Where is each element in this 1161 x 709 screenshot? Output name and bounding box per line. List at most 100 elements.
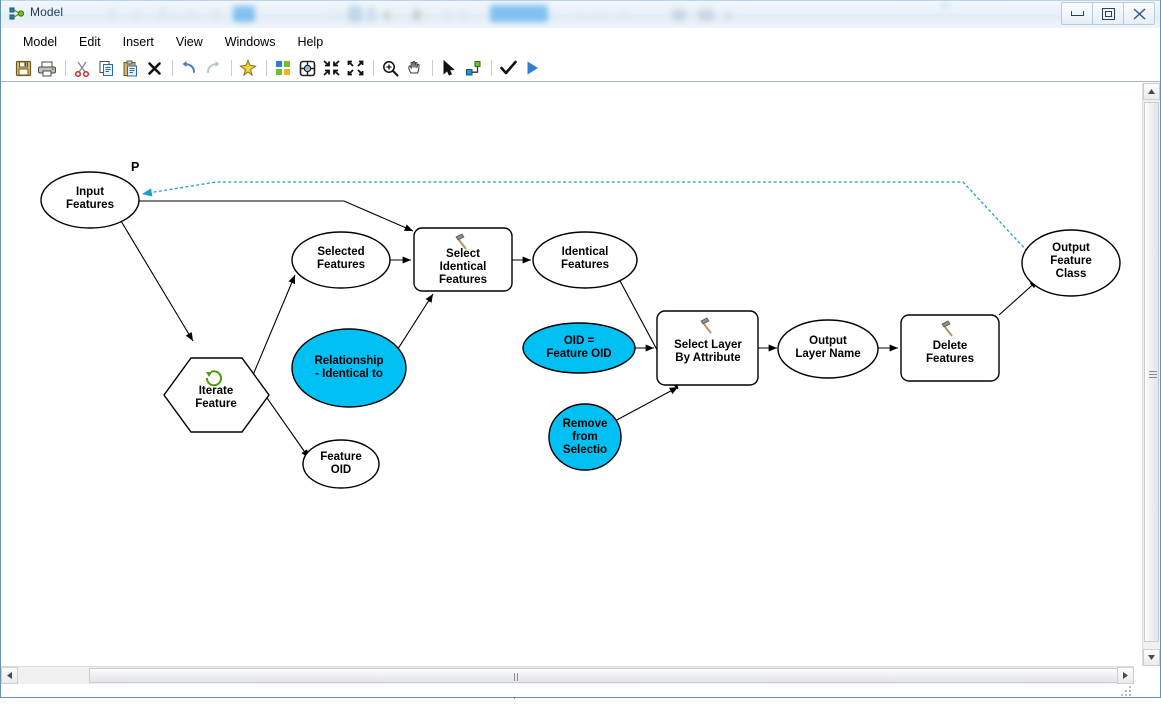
svg-text:Features: Features xyxy=(561,259,609,271)
minimize-button[interactable] xyxy=(1061,2,1093,25)
aero-glass-backdrop xyxy=(0,0,1161,28)
node-select-identical-features[interactable]: Select Identical Features xyxy=(413,227,513,292)
node-remove-from-selection[interactable]: Remove from Selectio xyxy=(548,403,622,471)
model-canvas[interactable]: P Input Features Iterate Feature Selecte… xyxy=(1,83,1134,666)
chevron-right-icon xyxy=(1123,672,1128,679)
svg-text:Remove: Remove xyxy=(563,418,608,430)
delete-icon[interactable] xyxy=(143,57,165,79)
save-icon[interactable] xyxy=(12,57,34,79)
svg-text:Input: Input xyxy=(76,186,104,198)
svg-text:OID: OID xyxy=(331,464,351,476)
menu-model[interactable]: Model xyxy=(12,31,68,53)
svg-text:Select: Select xyxy=(446,248,480,260)
connect-icon[interactable] xyxy=(462,57,484,79)
toolbar-separator xyxy=(491,60,492,76)
node-oid-equals-feature-oid[interactable]: OID = Feature OID xyxy=(522,322,636,374)
title-bar[interactable]: Model xyxy=(0,0,1161,29)
precondition-label: P xyxy=(131,160,139,174)
scroll-grip xyxy=(1149,371,1157,378)
vertical-scroll-thumb[interactable] xyxy=(1144,102,1159,642)
node-iterate-feature[interactable]: Iterate Feature xyxy=(163,357,270,433)
svg-text:Selected: Selected xyxy=(317,246,364,258)
undo-icon[interactable] xyxy=(178,57,200,79)
svg-text:Layer Name: Layer Name xyxy=(795,348,860,360)
menu-help[interactable]: Help xyxy=(286,31,334,53)
menu-bar: Model Edit Insert View Windows Help xyxy=(0,28,1161,55)
edge-input-to-select-identical xyxy=(139,200,414,232)
node-select-layer-by-attribute[interactable]: Select Layer By Attribute xyxy=(656,310,759,386)
svg-text:Features: Features xyxy=(439,274,487,286)
node-input-features[interactable]: Input Features xyxy=(40,171,140,229)
toolbar-separator xyxy=(432,60,433,76)
svg-text:Class: Class xyxy=(1056,268,1087,280)
menu-edit[interactable]: Edit xyxy=(68,31,112,53)
node-identical-features[interactable]: Identical Features xyxy=(532,231,638,289)
auto-layout-icon[interactable] xyxy=(272,57,294,79)
edge-delete-to-output-fc xyxy=(998,279,1039,316)
model-builder-icon xyxy=(9,6,25,22)
svg-text:Features: Features xyxy=(926,353,974,365)
toolbar-separator xyxy=(172,60,173,76)
paste-icon[interactable] xyxy=(119,57,141,79)
print-icon[interactable] xyxy=(36,57,58,79)
svg-text:Feature OID: Feature OID xyxy=(546,348,611,360)
svg-text:Identical: Identical xyxy=(562,246,609,258)
pan-icon[interactable] xyxy=(403,57,425,79)
node-delete-features[interactable]: Delete Features xyxy=(900,314,1000,382)
chevron-down-icon xyxy=(1148,655,1155,660)
menu-view[interactable]: View xyxy=(165,31,214,53)
horizontal-scroll-thumb[interactable] xyxy=(89,668,1125,699)
full-view-icon[interactable] xyxy=(296,57,318,79)
svg-text:- Identical to: - Identical to xyxy=(315,368,383,380)
node-output-layer-name[interactable]: Output Layer Name xyxy=(777,319,879,379)
run-icon[interactable] xyxy=(521,57,543,79)
zoom-tool-icon[interactable] xyxy=(379,57,401,79)
toolbar-separator xyxy=(373,60,374,76)
svg-text:Selectio: Selectio xyxy=(563,444,607,456)
svg-text:Features: Features xyxy=(317,259,365,271)
node-output-feature-class[interactable]: Output Feature Class xyxy=(1021,229,1121,297)
validate-icon[interactable] xyxy=(497,57,519,79)
toolbar-separator xyxy=(231,60,232,76)
model-diagram: P Input Features Iterate Feature Selecte… xyxy=(40,160,1121,489)
svg-text:Identical: Identical xyxy=(440,261,487,273)
resize-grip[interactable] xyxy=(1119,684,1131,696)
close-icon xyxy=(1132,7,1146,20)
scroll-down-button[interactable] xyxy=(1143,649,1160,666)
cut-icon[interactable] xyxy=(71,57,93,79)
svg-text:Relationship: Relationship xyxy=(314,355,383,367)
scroll-left-button[interactable] xyxy=(1,667,18,684)
scroll-up-button[interactable] xyxy=(1143,83,1160,100)
redo-icon[interactable] xyxy=(202,57,224,79)
model-builder-window: Model Model Edit Insert View Windows Hel… xyxy=(0,0,1161,699)
vertical-scrollbar[interactable] xyxy=(1142,83,1160,666)
edge-remove-to-select-layer xyxy=(614,386,679,422)
svg-text:Feature: Feature xyxy=(195,398,237,410)
chevron-up-icon xyxy=(1148,89,1155,94)
maximize-button[interactable] xyxy=(1092,2,1124,25)
zoom-out-icon[interactable] xyxy=(320,57,342,79)
svg-text:from: from xyxy=(572,431,598,443)
zoom-in-icon[interactable] xyxy=(344,57,366,79)
horizontal-scrollbar[interactable] xyxy=(1,666,1134,699)
scroll-right-button[interactable] xyxy=(1117,667,1134,684)
menu-windows[interactable]: Windows xyxy=(214,31,287,53)
svg-text:By Attribute: By Attribute xyxy=(675,352,740,364)
select-icon[interactable] xyxy=(438,57,460,79)
menu-insert[interactable]: Insert xyxy=(112,31,165,53)
svg-text:OID =: OID = xyxy=(564,335,595,347)
svg-text:Output: Output xyxy=(809,335,847,347)
node-feature-oid[interactable]: Feature OID xyxy=(302,439,380,489)
scroll-grip xyxy=(514,673,521,699)
node-selected-features[interactable]: Selected Features xyxy=(291,231,391,289)
close-button[interactable] xyxy=(1123,2,1155,25)
copy-icon[interactable] xyxy=(95,57,117,79)
add-data-icon[interactable] xyxy=(237,57,259,79)
toolbar-separator xyxy=(266,60,267,76)
svg-text:Output: Output xyxy=(1052,242,1090,254)
toolbar-separator xyxy=(65,60,66,76)
chevron-left-icon xyxy=(7,672,12,679)
edge-iterate-to-selected xyxy=(252,274,296,376)
window-title: Model xyxy=(30,5,64,19)
node-relationship-identical-to[interactable]: Relationship - Identical to xyxy=(291,328,407,408)
